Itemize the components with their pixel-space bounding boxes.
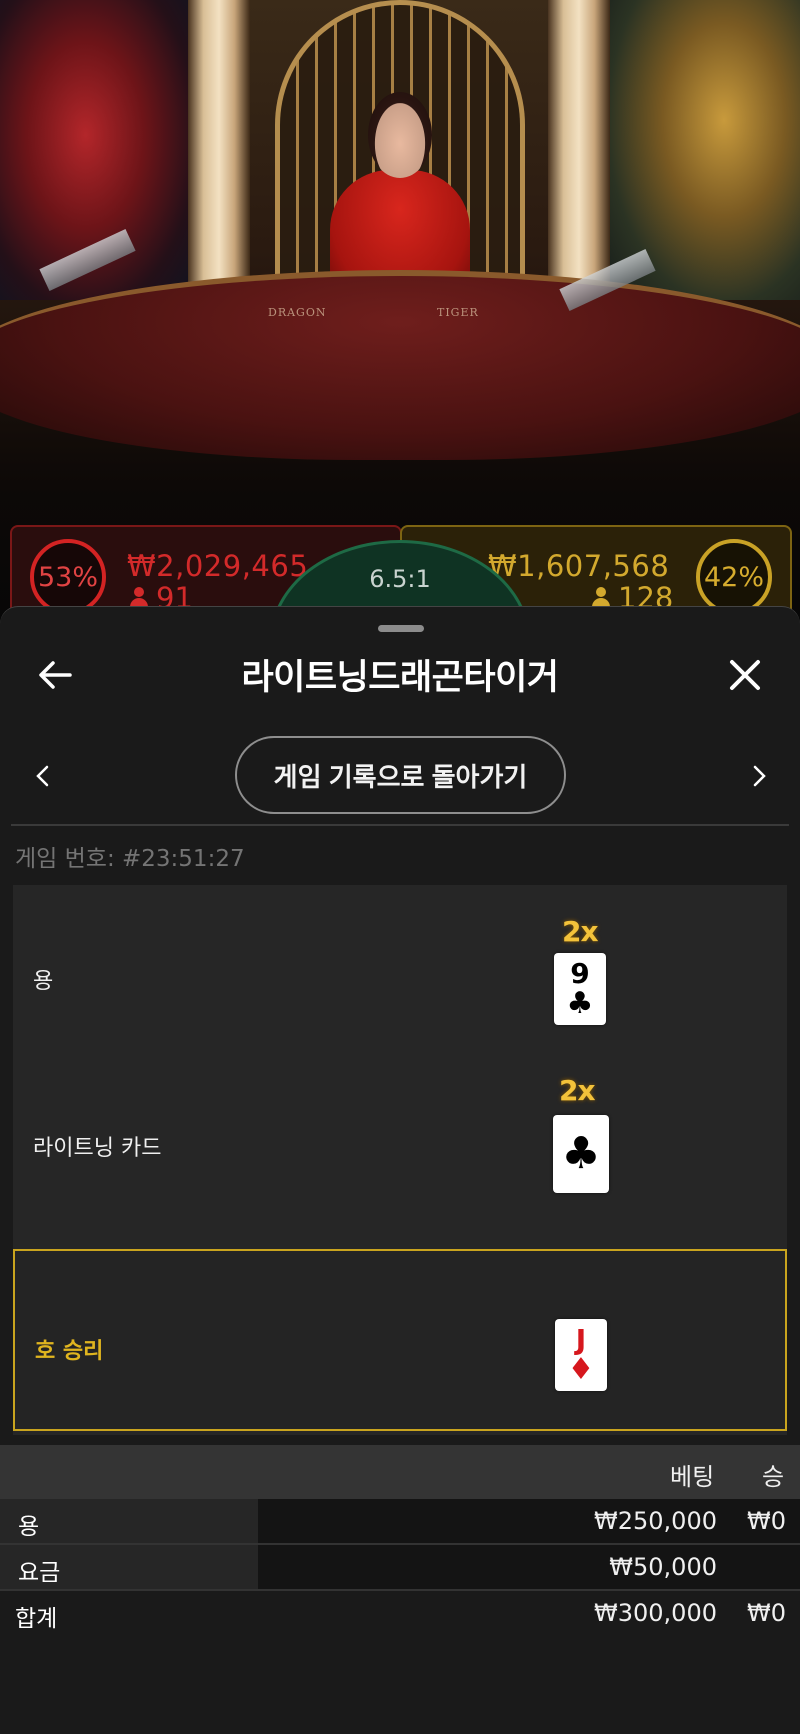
total-label: 합계 <box>15 1606 58 1632</box>
playing-card: ♣ <box>553 1115 609 1193</box>
next-game-button[interactable] <box>740 756 780 796</box>
row-win: ₩0 <box>747 1507 786 1535</box>
row-bet: ₩250,000 <box>594 1507 717 1535</box>
result-row-dragon: 용 2x 9 ♣ <box>13 885 787 1065</box>
total-bet: ₩300,000 <box>594 1599 717 1627</box>
multiplier-badge: 2x <box>562 915 599 948</box>
game-number: 게임 번호: #23:51:27 <box>15 846 245 872</box>
table-total-row: 합계 ₩300,000 ₩0 <box>0 1591 800 1637</box>
close-button[interactable] <box>715 645 775 705</box>
table-header: 베팅 승 <box>0 1445 800 1499</box>
playing-card: 9 ♣ <box>554 953 606 1025</box>
game-history-sheet: 라이트닝드래곤타이거 게임 기록으로 돌아가기 게임 번호: #23:51:27… <box>0 606 800 1734</box>
result-label: 라이트닝 카드 <box>33 1136 162 1161</box>
close-icon <box>730 660 760 690</box>
game-table <box>0 270 800 460</box>
tie-odds: 6.5:1 <box>369 565 431 593</box>
previous-game-button[interactable] <box>22 756 62 796</box>
result-row-tiger-win: 호 승리 J ♦ <box>13 1249 787 1431</box>
playing-card: J ♦ <box>555 1319 607 1391</box>
dealer-head <box>368 92 432 178</box>
header-win: 승 <box>762 1463 785 1491</box>
pillar-right <box>548 0 610 290</box>
club-suit-icon: ♣ <box>566 986 594 1021</box>
sheet-grab-handle[interactable] <box>378 625 424 632</box>
card-rank: J <box>575 1323 587 1356</box>
row-bet: ₩50,000 <box>609 1553 717 1581</box>
round-results: 용 2x 9 ♣ 라이트닝 카드 2x ♣ 호 승리 J ♦ <box>13 885 787 1435</box>
table-row: 용 ₩250,000 ₩0 <box>0 1499 800 1545</box>
club-suit-icon: ♣ <box>561 1128 601 1179</box>
table-row: 요금 ₩50,000 <box>0 1545 800 1591</box>
result-label: 호 승리 <box>35 1339 104 1364</box>
sheet-title: 라이트닝드래곤타이거 <box>241 658 559 698</box>
bets-table: 베팅 승 용 ₩250,000 ₩0 요금 ₩50,000 합계 ₩300,00… <box>0 1445 800 1637</box>
multiplier-badge: 2x <box>559 1074 596 1107</box>
total-win: ₩0 <box>747 1599 786 1627</box>
back-to-history-button[interactable]: 게임 기록으로 돌아가기 <box>235 736 566 814</box>
chevron-right-icon <box>753 765 766 787</box>
history-navigation: 게임 기록으로 돌아가기 <box>0 736 800 816</box>
result-row-lightning-card: 라이트닝 카드 2x ♣ <box>13 1065 787 1255</box>
table-label-dragon: DRAGON <box>268 306 327 319</box>
row-label: 용 <box>0 1499 258 1543</box>
pillar-left <box>188 0 250 290</box>
header-bet: 베팅 <box>670 1463 715 1491</box>
table-label-tiger: TIGER <box>437 306 479 319</box>
result-label: 용 <box>33 969 54 994</box>
chevron-left-icon <box>36 765 49 787</box>
divider <box>11 824 789 826</box>
card-rank: 9 <box>570 957 590 990</box>
diamond-suit-icon: ♦ <box>567 1352 595 1387</box>
row-label: 요금 <box>0 1545 258 1589</box>
